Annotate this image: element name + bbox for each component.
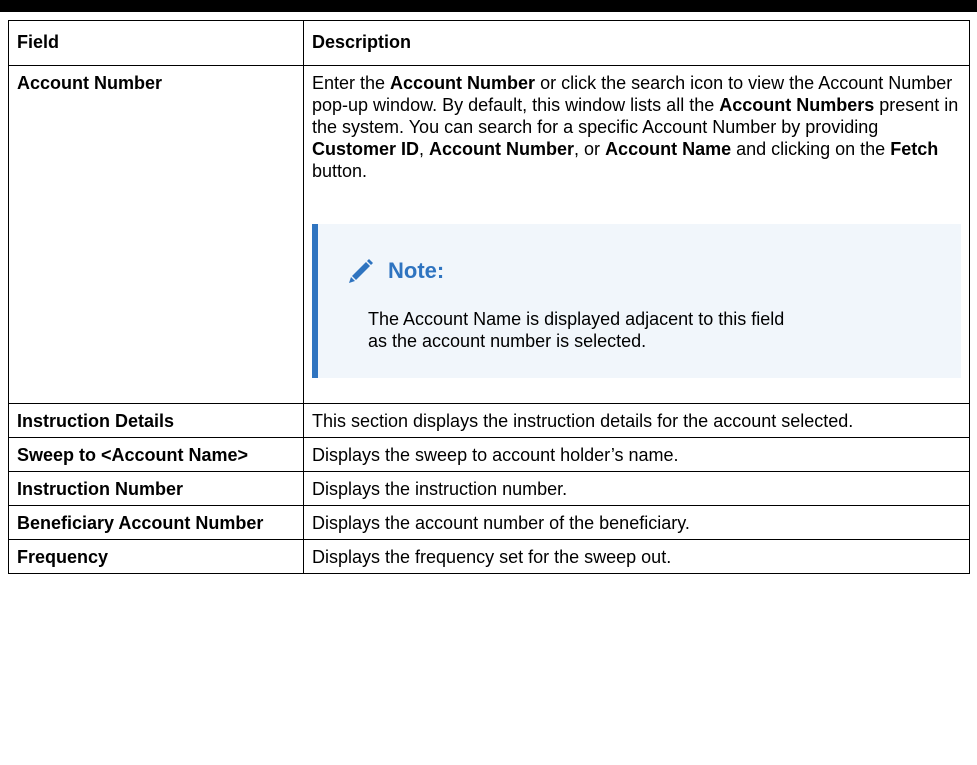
field-frequency: Frequency (8, 539, 304, 574)
header-field: Field (8, 20, 304, 66)
table-row: Instruction Details This section display… (8, 403, 970, 438)
desc-bold: Account Numbers (719, 95, 875, 115)
note-title: Note: (388, 258, 445, 283)
desc-text: , or (574, 139, 606, 159)
desc-text: Enter the (312, 73, 391, 93)
account-number-description: Enter the Account Number or click the se… (312, 72, 961, 182)
description-account-number: Enter the Account Number or click the se… (303, 65, 970, 404)
desc-text: , (419, 139, 430, 159)
table-row: Instruction Number Displays the instruct… (8, 471, 970, 506)
table-row: Account Number Enter the Account Number … (8, 65, 970, 404)
description-instruction-details: This section displays the instruction de… (303, 403, 970, 438)
field-description-table: Field Description Account Number Enter t… (8, 20, 970, 574)
desc-bold: Customer ID (312, 139, 420, 159)
description-frequency: Displays the frequency set for the sweep… (303, 539, 970, 574)
table-header-row: Field Description (8, 20, 970, 66)
header-description: Description (303, 20, 970, 66)
description-beneficiary-account-number: Displays the account number of the benef… (303, 505, 970, 540)
field-sweep-to-account-name: Sweep to <Account Name> (8, 437, 304, 472)
top-black-bar (0, 0, 977, 12)
field-beneficiary-account-number: Beneficiary Account Number (8, 505, 304, 540)
desc-bold: Fetch (890, 139, 939, 159)
note-header: Note: (346, 256, 941, 286)
table-row: Frequency Displays the frequency set for… (8, 539, 970, 574)
desc-text: button. (312, 161, 368, 181)
desc-bold: Account Number (390, 73, 536, 93)
pencil-icon (346, 256, 376, 286)
note-box: Note: The Account Name is displayed adja… (312, 224, 961, 378)
table-row: Beneficiary Account Number Displays the … (8, 505, 970, 540)
field-account-number: Account Number (8, 65, 304, 404)
description-sweep-to-account-name: Displays the sweep to account holder’s n… (303, 437, 970, 472)
desc-bold: Account Name (605, 139, 732, 159)
note-text: The Account Name is displayed adjacent t… (368, 309, 785, 351)
desc-text: and clicking on the (731, 139, 891, 159)
field-instruction-details: Instruction Details (8, 403, 304, 438)
desc-bold: Account Number (429, 139, 575, 159)
description-instruction-number: Displays the instruction number. (303, 471, 970, 506)
table-row: Sweep to <Account Name> Displays the swe… (8, 437, 970, 472)
field-instruction-number: Instruction Number (8, 471, 304, 506)
